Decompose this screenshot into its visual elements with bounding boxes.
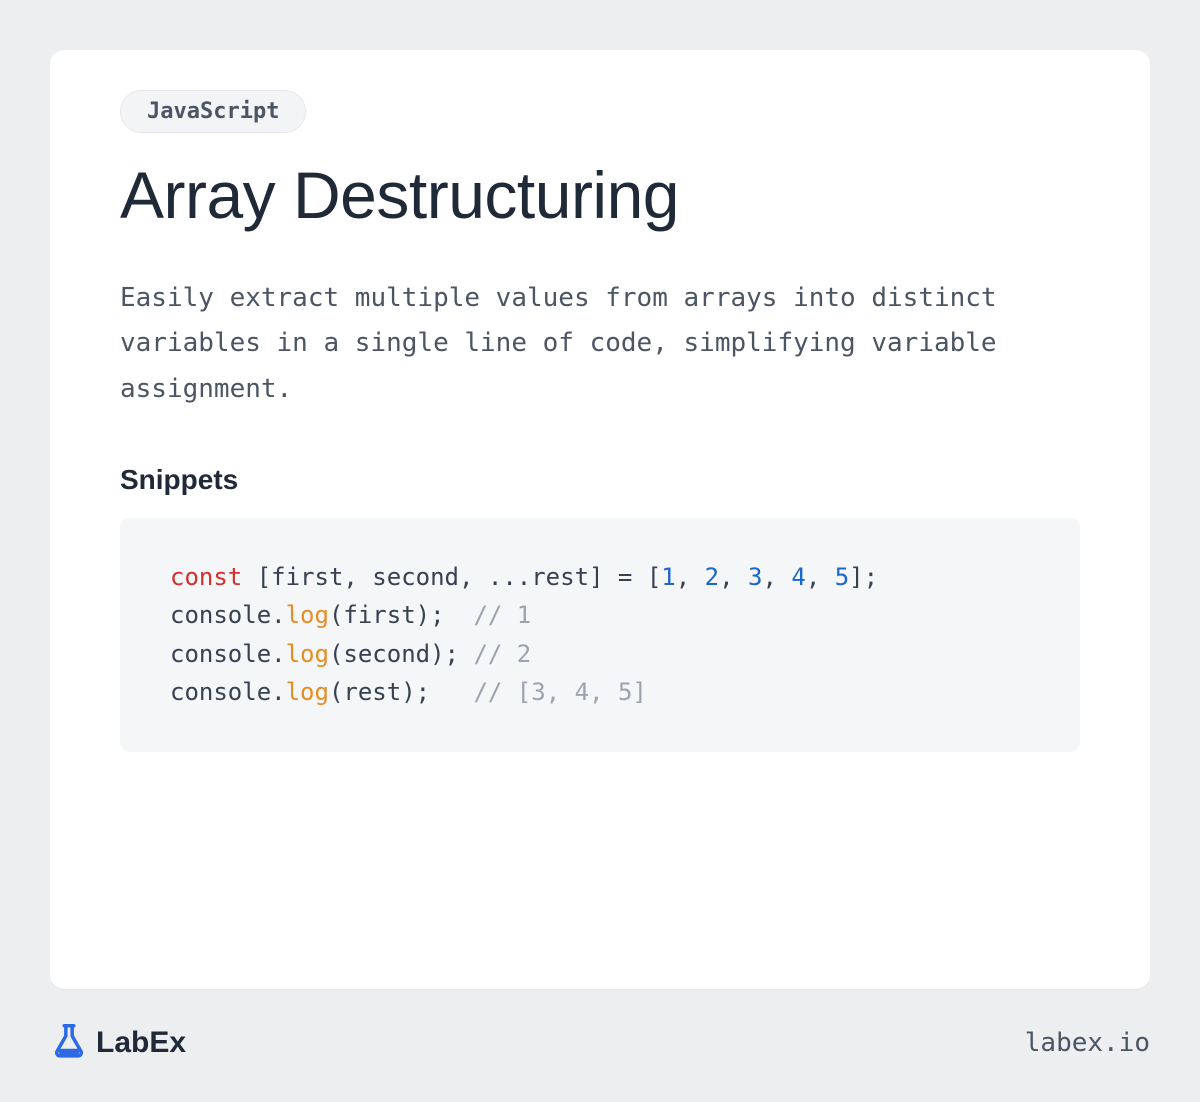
- flask-icon: [50, 1021, 88, 1064]
- brand-name: LabEx: [96, 1026, 186, 1060]
- description: Easily extract multiple values from arra…: [120, 276, 1080, 413]
- code-keyword: const: [170, 563, 242, 591]
- page-title: Array Destructuring: [120, 159, 1080, 232]
- site-url: labex.io: [1025, 1028, 1150, 1058]
- footer: LabEx labex.io: [50, 989, 1150, 1072]
- section-title: Snippets: [120, 464, 1080, 496]
- language-tag: JavaScript: [120, 90, 306, 133]
- content-card: JavaScript Array Destructuring Easily ex…: [50, 50, 1150, 989]
- code-snippet: const [first, second, ...rest] = [1, 2, …: [120, 518, 1080, 752]
- brand-logo: LabEx: [50, 1021, 186, 1064]
